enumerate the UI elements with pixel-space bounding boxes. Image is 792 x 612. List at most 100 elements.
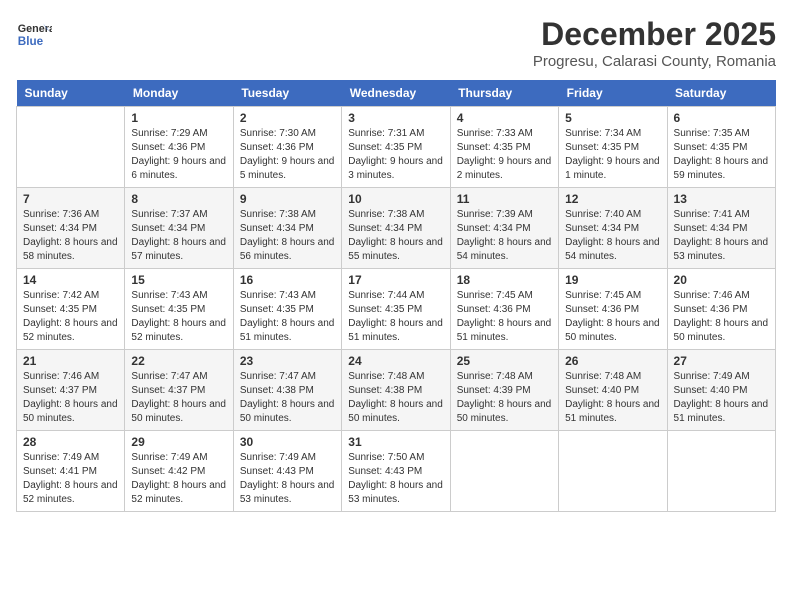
- day-info: Sunrise: 7:33 AMSunset: 4:35 PMDaylight:…: [457, 127, 552, 183]
- day-info: Sunrise: 7:44 AMSunset: 4:35 PMDaylight:…: [348, 289, 443, 345]
- day-number: 19: [565, 273, 660, 287]
- calendar-cell: 18 Sunrise: 7:45 AMSunset: 4:36 PMDaylig…: [450, 269, 558, 350]
- day-info: Sunrise: 7:39 AMSunset: 4:34 PMDaylight:…: [457, 208, 552, 264]
- calendar-cell: 17 Sunrise: 7:44 AMSunset: 4:35 PMDaylig…: [342, 269, 450, 350]
- day-number: 18: [457, 273, 552, 287]
- day-number: 5: [565, 111, 660, 125]
- day-info: Sunrise: 7:48 AMSunset: 4:39 PMDaylight:…: [457, 370, 552, 426]
- weekday-header-saturday: Saturday: [667, 80, 775, 107]
- day-info: Sunrise: 7:49 AMSunset: 4:43 PMDaylight:…: [240, 451, 335, 507]
- calendar-cell: 30 Sunrise: 7:49 AMSunset: 4:43 PMDaylig…: [233, 431, 341, 512]
- day-info: Sunrise: 7:36 AMSunset: 4:34 PMDaylight:…: [23, 208, 118, 264]
- day-number: 20: [674, 273, 769, 287]
- day-number: 13: [674, 192, 769, 206]
- day-info: Sunrise: 7:45 AMSunset: 4:36 PMDaylight:…: [457, 289, 552, 345]
- calendar-cell: 11 Sunrise: 7:39 AMSunset: 4:34 PMDaylig…: [450, 188, 558, 269]
- weekday-header-wednesday: Wednesday: [342, 80, 450, 107]
- day-info: Sunrise: 7:31 AMSunset: 4:35 PMDaylight:…: [348, 127, 443, 183]
- weekday-header-thursday: Thursday: [450, 80, 558, 107]
- calendar-cell: 6 Sunrise: 7:35 AMSunset: 4:35 PMDayligh…: [667, 107, 775, 188]
- day-info: Sunrise: 7:43 AMSunset: 4:35 PMDaylight:…: [240, 289, 335, 345]
- day-info: Sunrise: 7:46 AMSunset: 4:37 PMDaylight:…: [23, 370, 118, 426]
- calendar-cell: 5 Sunrise: 7:34 AMSunset: 4:35 PMDayligh…: [559, 107, 667, 188]
- month-title: December 2025: [533, 16, 776, 53]
- calendar-cell: [450, 431, 558, 512]
- calendar-cell: 16 Sunrise: 7:43 AMSunset: 4:35 PMDaylig…: [233, 269, 341, 350]
- day-number: 25: [457, 354, 552, 368]
- calendar-cell: 28 Sunrise: 7:49 AMSunset: 4:41 PMDaylig…: [17, 431, 125, 512]
- weekday-header-sunday: Sunday: [17, 80, 125, 107]
- calendar-cell: 20 Sunrise: 7:46 AMSunset: 4:36 PMDaylig…: [667, 269, 775, 350]
- day-info: Sunrise: 7:46 AMSunset: 4:36 PMDaylight:…: [674, 289, 769, 345]
- calendar-cell: 1 Sunrise: 7:29 AMSunset: 4:36 PMDayligh…: [125, 107, 233, 188]
- day-number: 15: [131, 273, 226, 287]
- calendar-cell: 23 Sunrise: 7:47 AMSunset: 4:38 PMDaylig…: [233, 350, 341, 431]
- day-number: 30: [240, 435, 335, 449]
- header: General Blue December 2025 Progresu, Cal…: [16, 16, 776, 70]
- calendar-week-row: 7 Sunrise: 7:36 AMSunset: 4:34 PMDayligh…: [17, 188, 776, 269]
- calendar-cell: 27 Sunrise: 7:49 AMSunset: 4:40 PMDaylig…: [667, 350, 775, 431]
- day-info: Sunrise: 7:49 AMSunset: 4:41 PMDaylight:…: [23, 451, 118, 507]
- day-number: 3: [348, 111, 443, 125]
- weekday-header-tuesday: Tuesday: [233, 80, 341, 107]
- calendar-cell: 8 Sunrise: 7:37 AMSunset: 4:34 PMDayligh…: [125, 188, 233, 269]
- calendar-cell: [17, 107, 125, 188]
- calendar-cell: 31 Sunrise: 7:50 AMSunset: 4:43 PMDaylig…: [342, 431, 450, 512]
- calendar-cell: 15 Sunrise: 7:43 AMSunset: 4:35 PMDaylig…: [125, 269, 233, 350]
- calendar-week-row: 1 Sunrise: 7:29 AMSunset: 4:36 PMDayligh…: [17, 107, 776, 188]
- day-number: 27: [674, 354, 769, 368]
- calendar-cell: 2 Sunrise: 7:30 AMSunset: 4:36 PMDayligh…: [233, 107, 341, 188]
- calendar-cell: 19 Sunrise: 7:45 AMSunset: 4:36 PMDaylig…: [559, 269, 667, 350]
- day-number: 4: [457, 111, 552, 125]
- day-number: 14: [23, 273, 118, 287]
- day-number: 12: [565, 192, 660, 206]
- day-info: Sunrise: 7:42 AMSunset: 4:35 PMDaylight:…: [23, 289, 118, 345]
- calendar-week-row: 14 Sunrise: 7:42 AMSunset: 4:35 PMDaylig…: [17, 269, 776, 350]
- day-number: 21: [23, 354, 118, 368]
- day-info: Sunrise: 7:37 AMSunset: 4:34 PMDaylight:…: [131, 208, 226, 264]
- day-info: Sunrise: 7:43 AMSunset: 4:35 PMDaylight:…: [131, 289, 226, 345]
- day-info: Sunrise: 7:49 AMSunset: 4:42 PMDaylight:…: [131, 451, 226, 507]
- calendar-cell: 9 Sunrise: 7:38 AMSunset: 4:34 PMDayligh…: [233, 188, 341, 269]
- calendar-cell: 24 Sunrise: 7:48 AMSunset: 4:38 PMDaylig…: [342, 350, 450, 431]
- day-number: 31: [348, 435, 443, 449]
- calendar-cell: 7 Sunrise: 7:36 AMSunset: 4:34 PMDayligh…: [17, 188, 125, 269]
- calendar-cell: 10 Sunrise: 7:38 AMSunset: 4:34 PMDaylig…: [342, 188, 450, 269]
- day-number: 17: [348, 273, 443, 287]
- day-info: Sunrise: 7:47 AMSunset: 4:37 PMDaylight:…: [131, 370, 226, 426]
- calendar-cell: 25 Sunrise: 7:48 AMSunset: 4:39 PMDaylig…: [450, 350, 558, 431]
- day-number: 26: [565, 354, 660, 368]
- calendar-cell: 22 Sunrise: 7:47 AMSunset: 4:37 PMDaylig…: [125, 350, 233, 431]
- calendar: SundayMondayTuesdayWednesdayThursdayFrid…: [16, 80, 776, 512]
- calendar-cell: 29 Sunrise: 7:49 AMSunset: 4:42 PMDaylig…: [125, 431, 233, 512]
- svg-text:Blue: Blue: [18, 35, 44, 48]
- logo-icon: General Blue: [16, 16, 52, 52]
- weekday-header-row: SundayMondayTuesdayWednesdayThursdayFrid…: [17, 80, 776, 107]
- day-number: 11: [457, 192, 552, 206]
- day-number: 6: [674, 111, 769, 125]
- day-info: Sunrise: 7:29 AMSunset: 4:36 PMDaylight:…: [131, 127, 226, 183]
- calendar-cell: 26 Sunrise: 7:48 AMSunset: 4:40 PMDaylig…: [559, 350, 667, 431]
- day-number: 24: [348, 354, 443, 368]
- logo: General Blue: [16, 16, 52, 52]
- day-number: 10: [348, 192, 443, 206]
- day-info: Sunrise: 7:41 AMSunset: 4:34 PMDaylight:…: [674, 208, 769, 264]
- weekday-header-friday: Friday: [559, 80, 667, 107]
- day-info: Sunrise: 7:38 AMSunset: 4:34 PMDaylight:…: [348, 208, 443, 264]
- day-number: 29: [131, 435, 226, 449]
- calendar-week-row: 21 Sunrise: 7:46 AMSunset: 4:37 PMDaylig…: [17, 350, 776, 431]
- day-number: 28: [23, 435, 118, 449]
- calendar-cell: 21 Sunrise: 7:46 AMSunset: 4:37 PMDaylig…: [17, 350, 125, 431]
- day-number: 22: [131, 354, 226, 368]
- calendar-cell: [559, 431, 667, 512]
- title-area: December 2025 Progresu, Calarasi County,…: [533, 16, 776, 70]
- day-number: 16: [240, 273, 335, 287]
- day-info: Sunrise: 7:38 AMSunset: 4:34 PMDaylight:…: [240, 208, 335, 264]
- calendar-cell: [667, 431, 775, 512]
- day-number: 2: [240, 111, 335, 125]
- calendar-week-row: 28 Sunrise: 7:49 AMSunset: 4:41 PMDaylig…: [17, 431, 776, 512]
- day-number: 7: [23, 192, 118, 206]
- calendar-cell: 3 Sunrise: 7:31 AMSunset: 4:35 PMDayligh…: [342, 107, 450, 188]
- day-info: Sunrise: 7:50 AMSunset: 4:43 PMDaylight:…: [348, 451, 443, 507]
- day-number: 8: [131, 192, 226, 206]
